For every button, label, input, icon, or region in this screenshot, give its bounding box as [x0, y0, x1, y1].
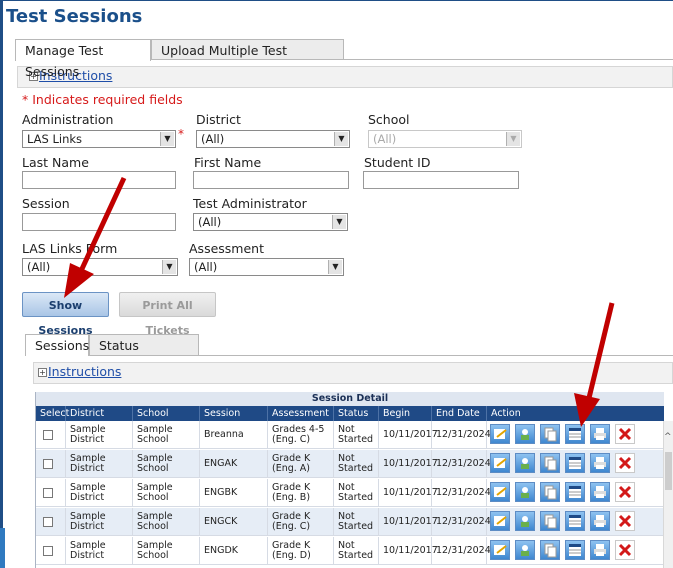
tab-manage-test-sessions[interactable]: Manage Test Sessions — [15, 39, 151, 79]
arrow-to-action-icon — [574, 302, 615, 427]
annotation-arrows — [64, 176, 615, 427]
arrow-to-show-sessions — [64, 176, 127, 298]
tab-sessions[interactable]: Sessions — [25, 334, 89, 356]
